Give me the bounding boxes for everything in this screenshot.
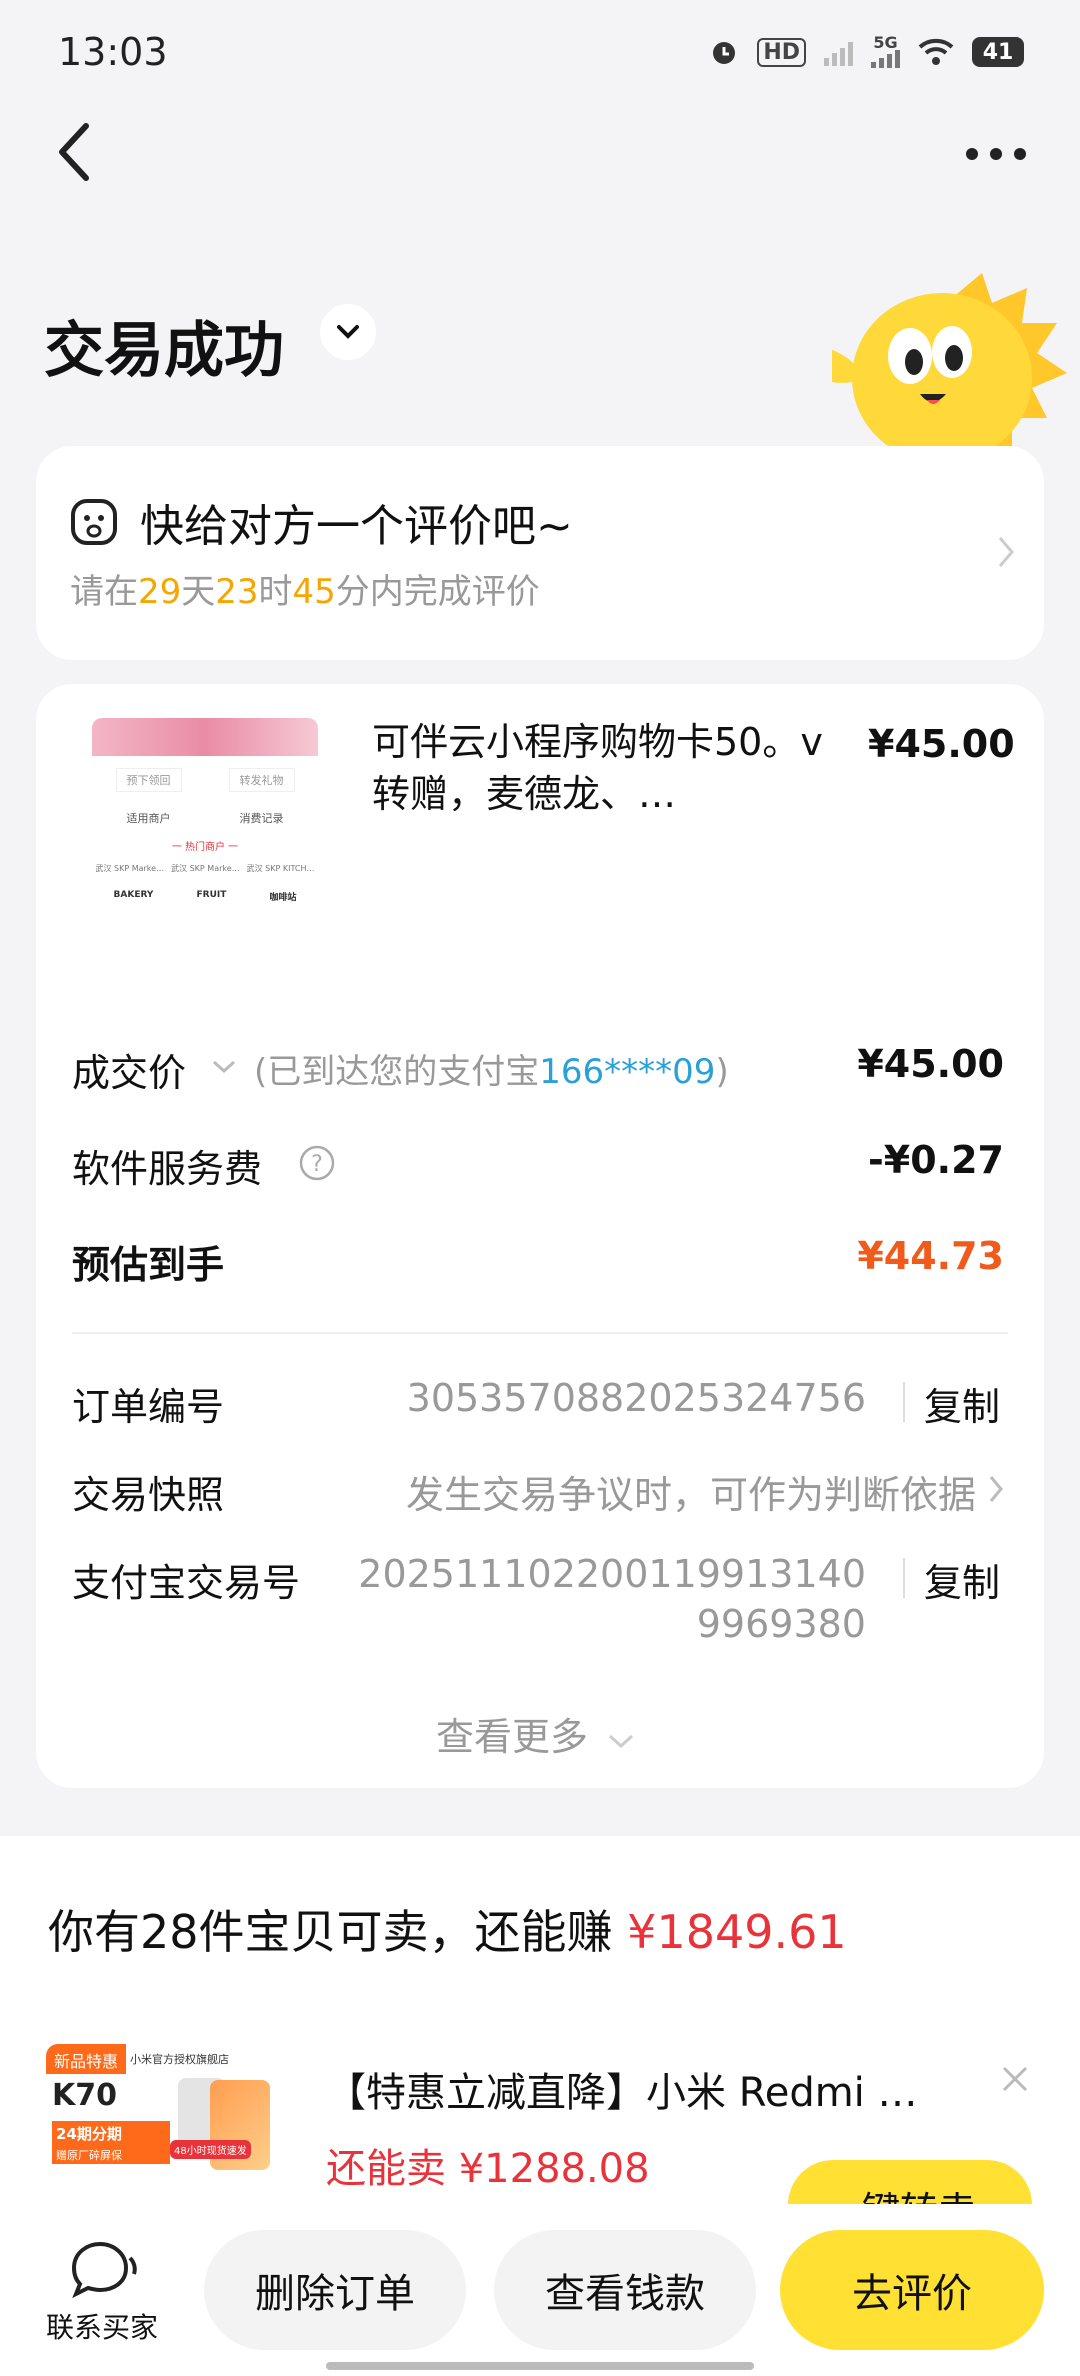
battery-icon: 41 — [972, 37, 1024, 67]
status-icons: HD 5G 41 — [709, 35, 1024, 68]
chevron-right-icon — [998, 537, 1014, 567]
ad-resell-price: 还能卖 ¥1288.08 — [326, 2146, 650, 2192]
signal-weak-icon — [824, 38, 853, 66]
home-indicator[interactable] — [326, 2362, 754, 2370]
product-price: ¥45.00 — [868, 722, 1015, 766]
chevron-down-icon — [609, 1734, 634, 1749]
order-number-value: 3053570882025324756 — [406, 1376, 866, 1420]
face-icon — [71, 499, 117, 545]
chevron-right-icon[interactable] — [988, 1474, 1004, 1504]
divider — [72, 1332, 1008, 1334]
alipay-number-line2: 9969380 — [696, 1602, 866, 1646]
order-number-label: 订单编号 — [72, 1385, 225, 1429]
chat-icon — [71, 2241, 137, 2299]
copy-alipay-number-button[interactable]: 复制 — [924, 1552, 1000, 1607]
service-fee-label: 软件服务费 — [72, 1147, 263, 1191]
write-review-button[interactable]: 去评价 — [780, 2230, 1044, 2350]
status-dropdown-button[interactable] — [320, 304, 376, 360]
alipay-number-line1: 20251110220011991314​0 — [358, 1552, 866, 1596]
chevron-down-icon[interactable] — [210, 1058, 238, 1076]
deal-price-note: (已到达您的支付宝166****09) — [254, 1052, 729, 1092]
ad-product-image[interactable]: 新品特惠 小米官方授权旗舰店 K70 24期分期 赠原厂碎屏保 48小时现货速发 — [46, 2044, 286, 2204]
alipay-number-label: 支付宝交易号 — [72, 1561, 301, 1605]
back-icon[interactable] — [54, 122, 94, 182]
signal-5g-icon: 5G — [871, 35, 900, 68]
copy-order-number-button[interactable]: 复制 — [924, 1376, 1000, 1431]
close-icon[interactable] — [1000, 2064, 1030, 2094]
net-income-value: ¥44.73 — [857, 1234, 1004, 1278]
deal-price-label[interactable]: 成交价 — [72, 1042, 186, 1097]
more-options-icon[interactable] — [966, 148, 1026, 160]
resell-summary: 你有28件宝贝可卖，还能赚 ¥1849.61 — [48, 1905, 847, 1959]
separator — [903, 1382, 905, 1422]
alarm-icon — [713, 42, 736, 64]
svg-text:?: ? — [311, 1152, 323, 1177]
deal-price-value: ¥45.00 — [857, 1042, 1004, 1086]
see-more-button[interactable]: 查看更多 — [436, 1706, 636, 1761]
product-title[interactable]: 可伴云小程序购物卡50。v转赠，麦德龙、… — [372, 716, 832, 820]
page-title: 交易成功 — [44, 316, 284, 386]
service-fee-value: -¥0.27 — [868, 1138, 1004, 1182]
help-icon[interactable]: ? — [298, 1144, 336, 1182]
delete-order-button[interactable]: 删除订单 — [204, 2230, 466, 2350]
product-image[interactable]: 预下领回 转发礼物 适用商户 消费记录 一 热门商户 一 武汉 SKP Marke…… — [92, 718, 318, 980]
review-countdown: 请在29天23时45分内完成评价 — [70, 572, 540, 612]
net-income-label: 预估到手 — [72, 1243, 225, 1287]
mascot-fish-icon — [832, 273, 1067, 448]
snapshot-link[interactable]: 发生交易争议时，可作为判断依据 — [406, 1464, 976, 1519]
view-money-button[interactable]: 查看钱款 — [494, 2230, 756, 2350]
separator — [903, 1558, 905, 1598]
hd-icon: HD — [757, 37, 806, 67]
review-title: 快给对方一个评价吧~ — [140, 501, 573, 552]
contact-buyer-button[interactable]: 联系买家 — [42, 2240, 162, 2346]
status-time: 13:03 — [58, 30, 168, 74]
chevron-down-icon — [337, 325, 359, 339]
snapshot-label: 交易快照 — [72, 1473, 225, 1517]
ad-product-title[interactable]: 【特惠立减直降】小米 Redmi … — [326, 2060, 918, 2118]
wifi-icon — [918, 38, 954, 65]
